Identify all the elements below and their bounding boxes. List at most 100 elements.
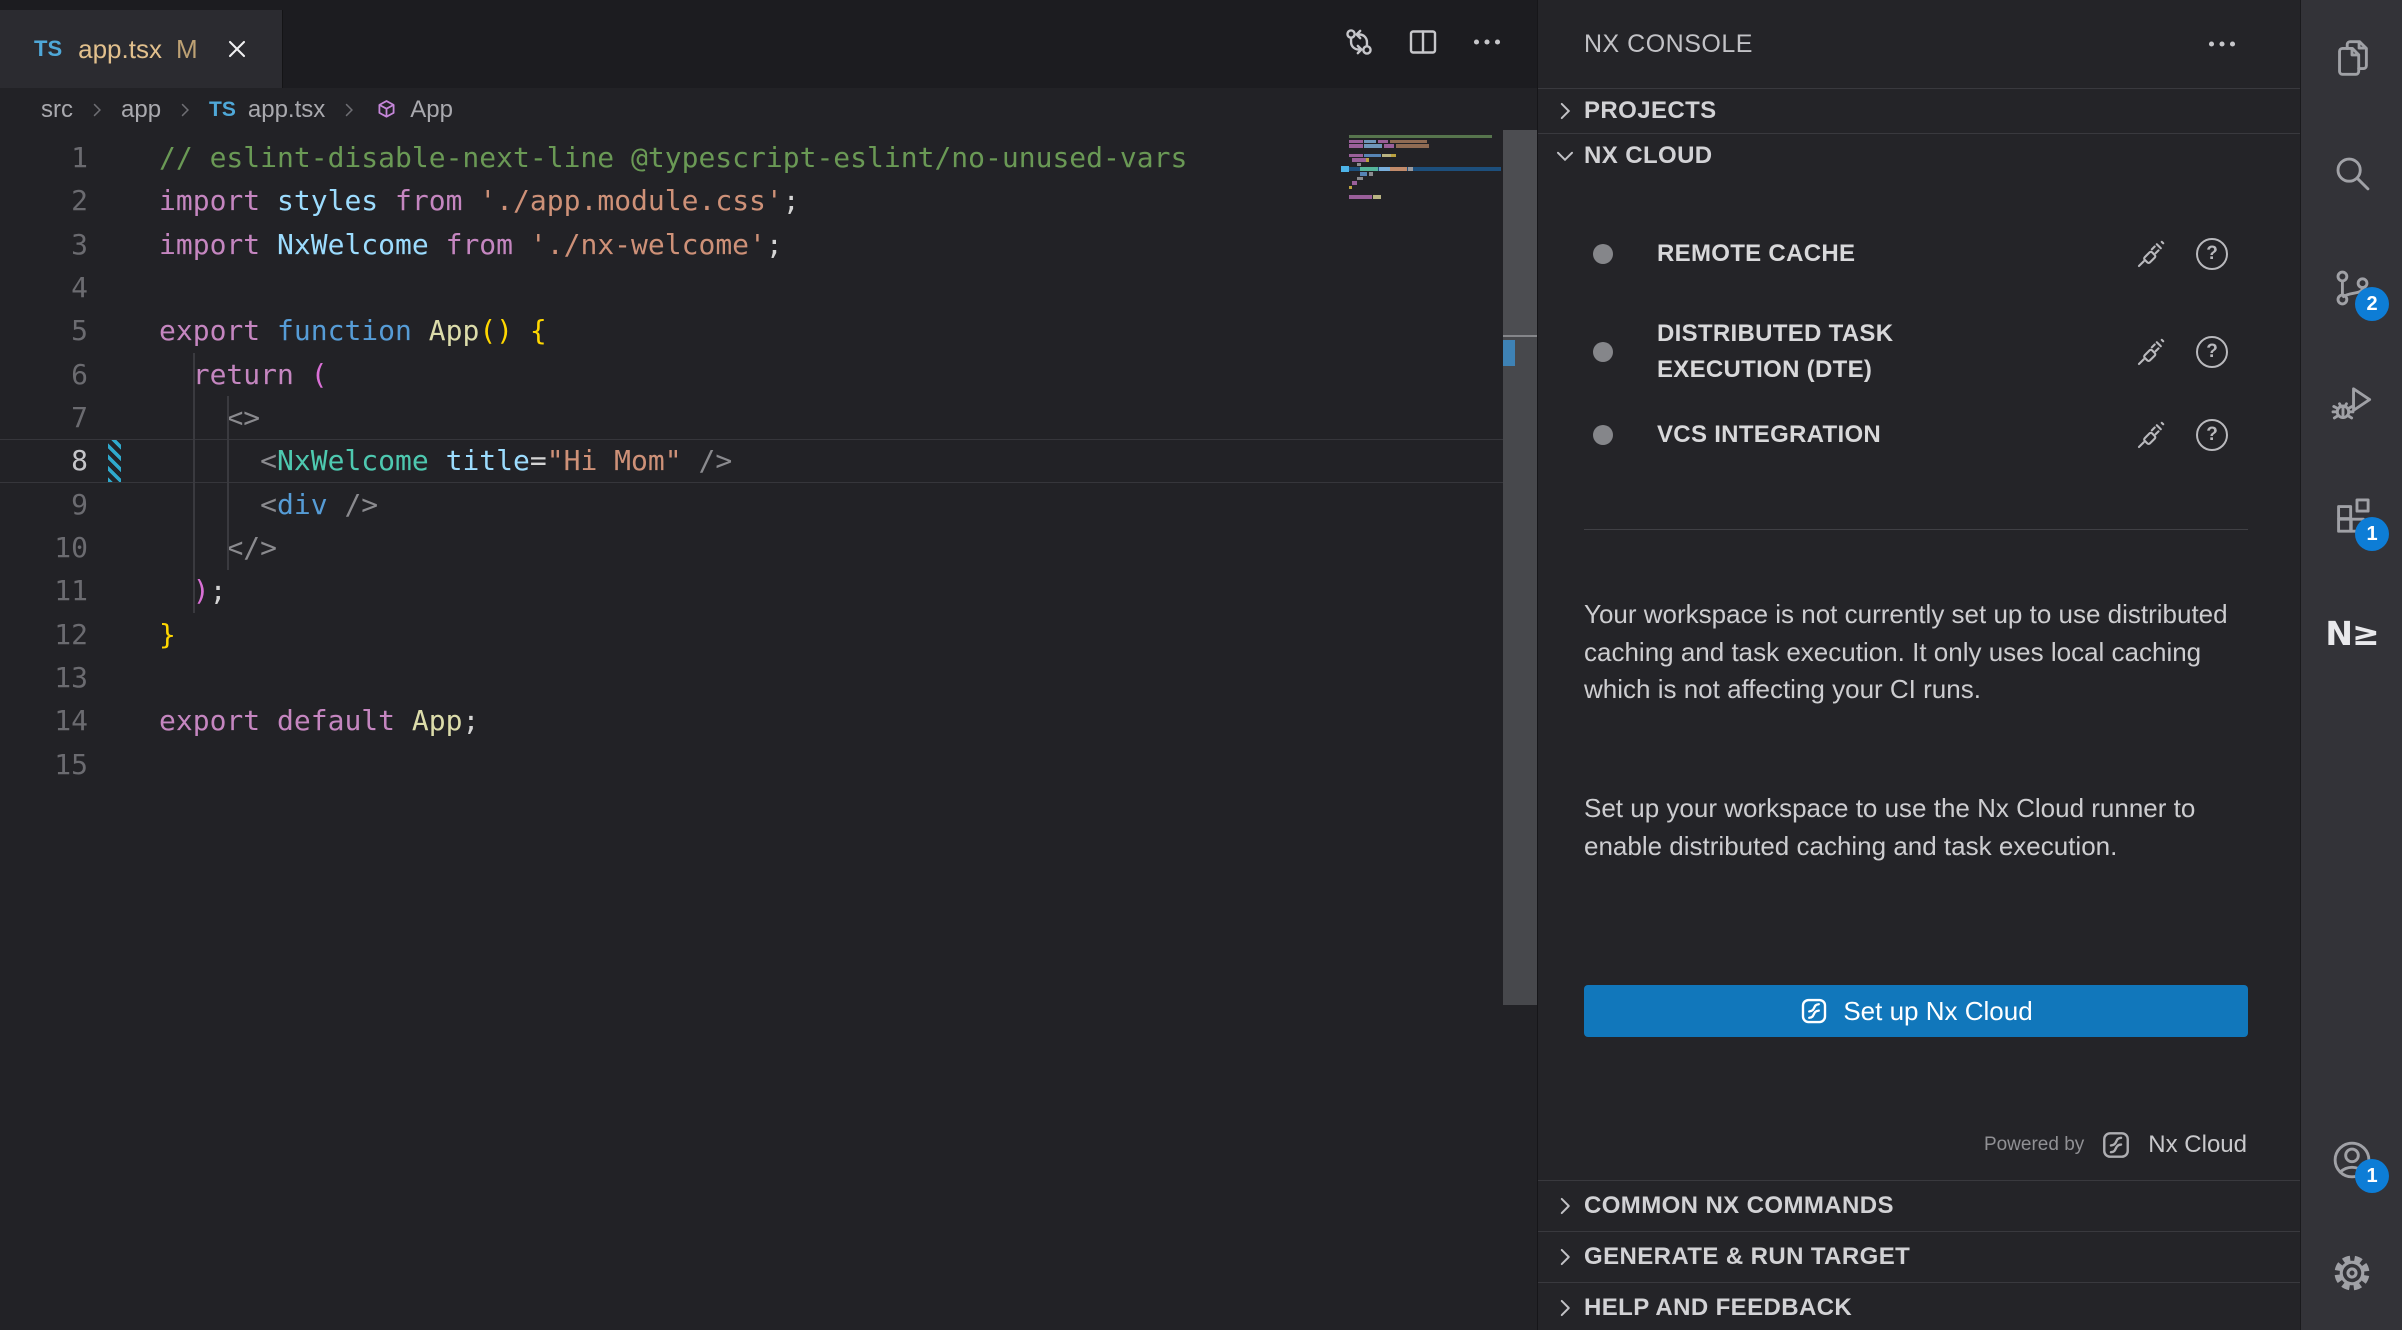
activity-item-accounts[interactable]: 1 — [2301, 1125, 2402, 1195]
more-actions-icon[interactable] — [2202, 24, 2242, 64]
activity-item-extensions[interactable]: 1 — [2301, 483, 2402, 553]
setup-hint-text: Set up your workspace to use the Nx Clou… — [1584, 790, 2256, 865]
editor-scrollbar[interactable] — [1503, 130, 1537, 1005]
minimap-line — [1349, 191, 1501, 194]
activity-item-source-control[interactable]: 2 — [2301, 253, 2402, 323]
activity-bar: 2 1 N≥ 1 — [2300, 0, 2402, 1330]
activity-item-nx-console[interactable]: N≥ — [2301, 598, 2402, 668]
line-number: 4 — [0, 266, 88, 309]
tab-bar: TS app.tsx M — [0, 0, 1537, 88]
code-line: 7 <> — [0, 396, 1503, 439]
section-help-and-feedback[interactable]: HELP AND FEEDBACK — [1538, 1282, 2301, 1330]
section-generate-run-target[interactable]: GENERATE & RUN TARGET — [1538, 1231, 2301, 1282]
minimap-line — [1349, 181, 1501, 184]
cloud-feature-row[interactable]: REMOTE CACHE? — [1538, 228, 2301, 280]
scrollbar-slider[interactable] — [1503, 130, 1537, 335]
help-icon[interactable]: ? — [2196, 336, 2228, 368]
line-number: 8 — [0, 439, 88, 482]
breadcrumb-separator-icon — [175, 100, 195, 120]
minimap-line — [1349, 172, 1501, 175]
typescript-icon: TS — [209, 98, 236, 122]
indent-guide — [193, 353, 195, 613]
line-number: 9 — [0, 483, 88, 526]
activity-item-search[interactable] — [2301, 138, 2402, 208]
section-nx-cloud[interactable]: NX CLOUD — [1538, 133, 2301, 178]
status-dot-icon — [1593, 342, 1613, 362]
line-number: 12 — [0, 613, 88, 656]
line-number: 2 — [0, 179, 88, 222]
activity-item-explorer[interactable] — [2301, 23, 2402, 93]
code-line: 10 </> — [0, 526, 1503, 569]
code-line: 13 — [0, 656, 1503, 699]
minimap[interactable] — [1349, 135, 1501, 205]
breadcrumb-folder[interactable]: app — [121, 96, 161, 124]
cloud-feature-label: VCS INTEGRATION — [1657, 417, 1997, 453]
badge-count: 1 — [2355, 517, 2389, 551]
connect-icon[interactable] — [2134, 335, 2168, 369]
help-icon[interactable]: ? — [2196, 238, 2228, 270]
nx-console-panel: NX CONSOLE PROJECTS NX CLOUD REMOTE CACH… — [1537, 0, 2300, 1330]
code-line: 1// eslint-disable-next-line @typescript… — [0, 136, 1503, 179]
chevron-right-icon — [1552, 1295, 1578, 1321]
code-line-text[interactable]: </> — [159, 526, 277, 569]
code-editor[interactable]: 1// eslint-disable-next-line @typescript… — [0, 132, 1503, 786]
code-line: 8 <NxWelcome title="Hi Mom" /> — [0, 439, 1503, 482]
open-changes-icon[interactable] — [1339, 22, 1379, 62]
nx-console-icon: N≥ — [2325, 614, 2378, 653]
code-line-text[interactable]: // eslint-disable-next-line @typescript-… — [159, 136, 1187, 179]
code-line: 12} — [0, 613, 1503, 656]
breadcrumb: src app TS app.tsx App — [0, 88, 1537, 132]
breadcrumb-file[interactable]: app.tsx — [248, 96, 325, 124]
activity-item-settings[interactable] — [2301, 1238, 2402, 1308]
cloud-feature-label: DISTRIBUTED TASK EXECUTION (DTE) — [1657, 316, 1997, 388]
code-line-text[interactable]: import styles from './app.module.css'; — [159, 179, 800, 222]
line-number: 10 — [0, 526, 88, 569]
line-number: 15 — [0, 743, 88, 786]
status-dot-icon — [1593, 244, 1613, 264]
activity-item-run-debug[interactable] — [2301, 368, 2402, 438]
badge-count: 2 — [2355, 287, 2389, 321]
git-modified-badge: M — [176, 34, 198, 65]
indent-guide — [227, 396, 229, 570]
chevron-right-icon — [1552, 98, 1578, 124]
section-common-nx-commands[interactable]: COMMON NX COMMANDS — [1538, 1180, 2301, 1231]
breadcrumb-symbol[interactable]: App — [410, 96, 453, 124]
section-projects[interactable]: PROJECTS — [1538, 88, 2301, 133]
cloud-feature-row[interactable]: DISTRIBUTED TASK EXECUTION (DTE)? — [1538, 300, 2301, 404]
code-line: 11 ); — [0, 569, 1503, 612]
tab-filename: app.tsx — [78, 34, 162, 65]
code-line-text[interactable]: <> — [159, 396, 260, 439]
code-line-text[interactable]: export default App; — [159, 699, 479, 742]
vscode-window: TS app.tsx M srcappTSapp.tsxApp 1// esli… — [0, 0, 2402, 1330]
close-icon[interactable] — [220, 32, 254, 66]
breadcrumb-folder[interactable]: src — [41, 96, 73, 124]
tab-app-tsx[interactable]: TS app.tsx M — [0, 10, 283, 88]
more-actions-icon[interactable] — [1467, 22, 1507, 62]
code-line-text[interactable]: <NxWelcome title="Hi Mom" /> — [159, 439, 732, 482]
cloud-feature-row[interactable]: VCS INTEGRATION? — [1538, 409, 2301, 461]
code-line: 15 — [0, 743, 1503, 786]
minimap-line — [1349, 154, 1501, 157]
symbol-class-icon — [373, 97, 400, 124]
line-number: 3 — [0, 223, 88, 266]
code-line-text[interactable]: return ( — [159, 353, 328, 396]
code-line-text[interactable]: export function App() { — [159, 309, 547, 352]
connect-icon[interactable] — [2134, 418, 2168, 452]
modified-line-marker — [1503, 340, 1515, 366]
breadcrumb-separator-icon — [87, 100, 107, 120]
code-line-text[interactable]: } — [159, 613, 176, 656]
code-line-text[interactable]: <div /> — [159, 483, 378, 526]
minimap-line — [1349, 186, 1501, 189]
typescript-icon: TS — [34, 36, 62, 62]
help-icon[interactable]: ? — [2196, 419, 2228, 451]
code-line: 5export function App() { — [0, 309, 1503, 352]
minimap-line — [1349, 177, 1501, 180]
split-editor-icon[interactable] — [1403, 22, 1443, 62]
code-line-text[interactable]: import NxWelcome from './nx-welcome'; — [159, 223, 783, 266]
setup-nx-cloud-button[interactable]: Set up Nx Cloud — [1584, 985, 2248, 1037]
chevron-right-icon — [1552, 1244, 1578, 1270]
code-line: 6 return ( — [0, 353, 1503, 396]
connect-icon[interactable] — [2134, 237, 2168, 271]
chevron-down-icon — [1552, 143, 1578, 169]
settings-icon — [2329, 1250, 2375, 1296]
